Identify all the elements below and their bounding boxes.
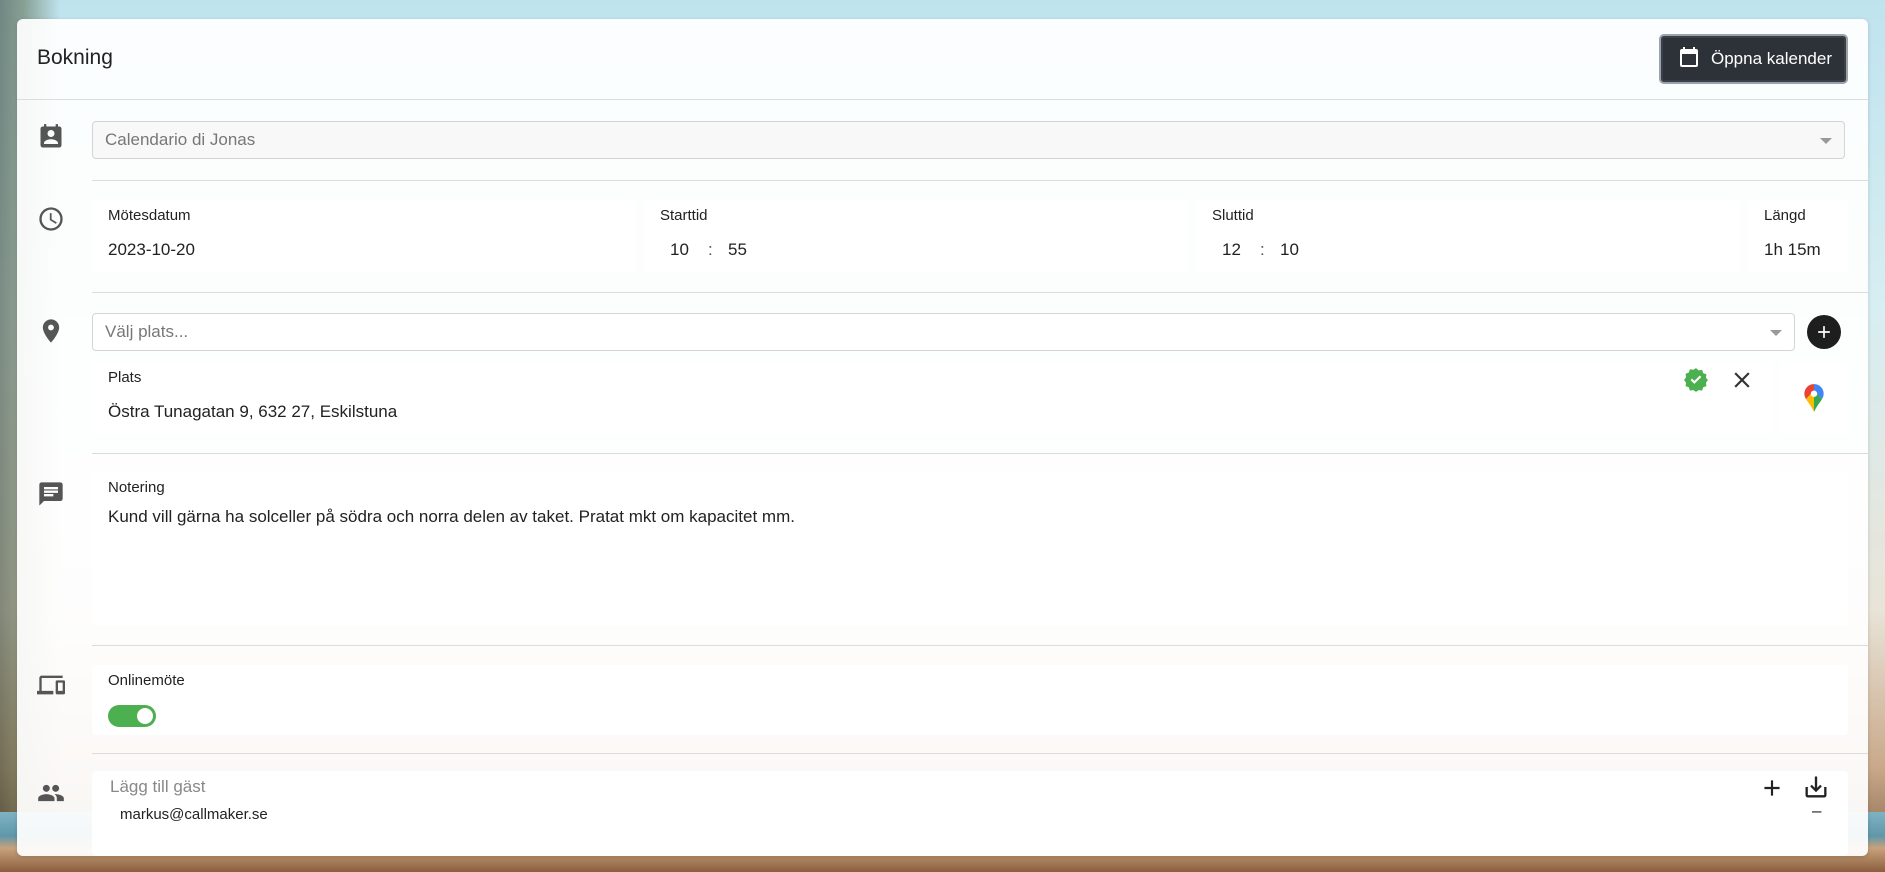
add-location-button[interactable]	[1807, 315, 1841, 349]
remove-place-button[interactable]	[1729, 367, 1755, 393]
contact-card-icon	[37, 123, 65, 151]
card-header: Bokning Öppna kalender	[17, 19, 1868, 100]
google-maps-button[interactable]	[1801, 383, 1827, 413]
note-label: Notering	[108, 479, 165, 496]
add-guest-button[interactable]	[1759, 775, 1785, 801]
location-select[interactable]: Välj plats...	[92, 313, 1795, 351]
time-separator: :	[1260, 240, 1265, 259]
date-field[interactable]: Mötesdatum 2023-10-20	[92, 200, 636, 272]
note-field[interactable]: Notering Kund vill gärna ha solceller på…	[92, 472, 1848, 626]
chevron-down-icon	[1820, 138, 1832, 144]
note-text[interactable]: Kund vill gärna ha solceller på södra oc…	[108, 507, 795, 527]
date-value[interactable]: 2023-10-20	[108, 240, 195, 260]
end-time-label: Sluttid	[1212, 207, 1254, 224]
start-time-label: Starttid	[660, 207, 708, 224]
length-label: Längd	[1764, 207, 1806, 224]
end-time-field: Sluttid 12 : 10	[1196, 200, 1740, 272]
plus-icon	[1764, 780, 1780, 796]
open-calendar-button[interactable]: Öppna kalender	[1659, 34, 1848, 84]
guests-field: Lägg till gäst markus@callmaker.se –	[92, 771, 1848, 856]
map-pin-icon	[1804, 384, 1824, 412]
online-meeting-toggle[interactable]	[108, 705, 156, 727]
comment-icon	[37, 480, 65, 508]
divider	[92, 645, 1868, 646]
download-tray-icon	[1805, 776, 1827, 798]
clock-icon	[37, 205, 65, 233]
place-value: Östra Tunagatan 9, 632 27, Eskilstuna	[108, 402, 398, 421]
place-field: Plats Östra Tunagatan 9, 632 27, Eskilst…	[92, 362, 1772, 434]
time-separator: :	[708, 240, 713, 259]
divider	[92, 453, 1868, 454]
start-time-field: Starttid 10 : 55	[644, 200, 1188, 272]
calendar-icon	[1677, 45, 1701, 74]
booking-card: Bokning Öppna kalender Calendario di Jon…	[17, 19, 1868, 856]
end-hour-input[interactable]: 12	[1222, 240, 1241, 260]
online-meeting-field: Onlinemöte	[92, 665, 1848, 735]
divider	[92, 180, 1868, 181]
add-guest-input[interactable]: Lägg till gäst	[110, 777, 205, 797]
toggle-knob	[137, 708, 153, 724]
page-title: Bokning	[37, 46, 113, 69]
location-pin-icon	[37, 317, 65, 345]
open-calendar-label: Öppna kalender	[1711, 49, 1832, 68]
remove-guest-button[interactable]: –	[1812, 801, 1821, 821]
calendar-select-value: Calendario di Jonas	[105, 130, 256, 149]
online-meeting-label: Onlinemöte	[108, 672, 185, 689]
import-guests-button[interactable]	[1802, 773, 1830, 801]
close-icon	[1734, 372, 1750, 388]
start-minute-input[interactable]: 55	[728, 240, 747, 260]
divider	[92, 753, 1868, 754]
verified-icon	[1683, 367, 1709, 393]
date-label: Mötesdatum	[108, 207, 191, 224]
length-value: 1h 15m	[1764, 240, 1821, 259]
start-hour-input[interactable]: 10	[670, 240, 689, 260]
people-icon	[37, 779, 65, 807]
length-field: Längd 1h 15m	[1748, 200, 1848, 272]
guest-item: markus@callmaker.se	[120, 806, 268, 823]
end-minute-input[interactable]: 10	[1280, 240, 1299, 260]
plus-icon	[1818, 326, 1830, 338]
location-select-placeholder: Välj plats...	[105, 322, 189, 341]
chevron-down-icon	[1770, 330, 1782, 336]
divider	[92, 292, 1868, 293]
devices-icon	[37, 671, 65, 699]
calendar-select[interactable]: Calendario di Jonas	[92, 121, 1845, 159]
place-label: Plats	[108, 369, 142, 386]
